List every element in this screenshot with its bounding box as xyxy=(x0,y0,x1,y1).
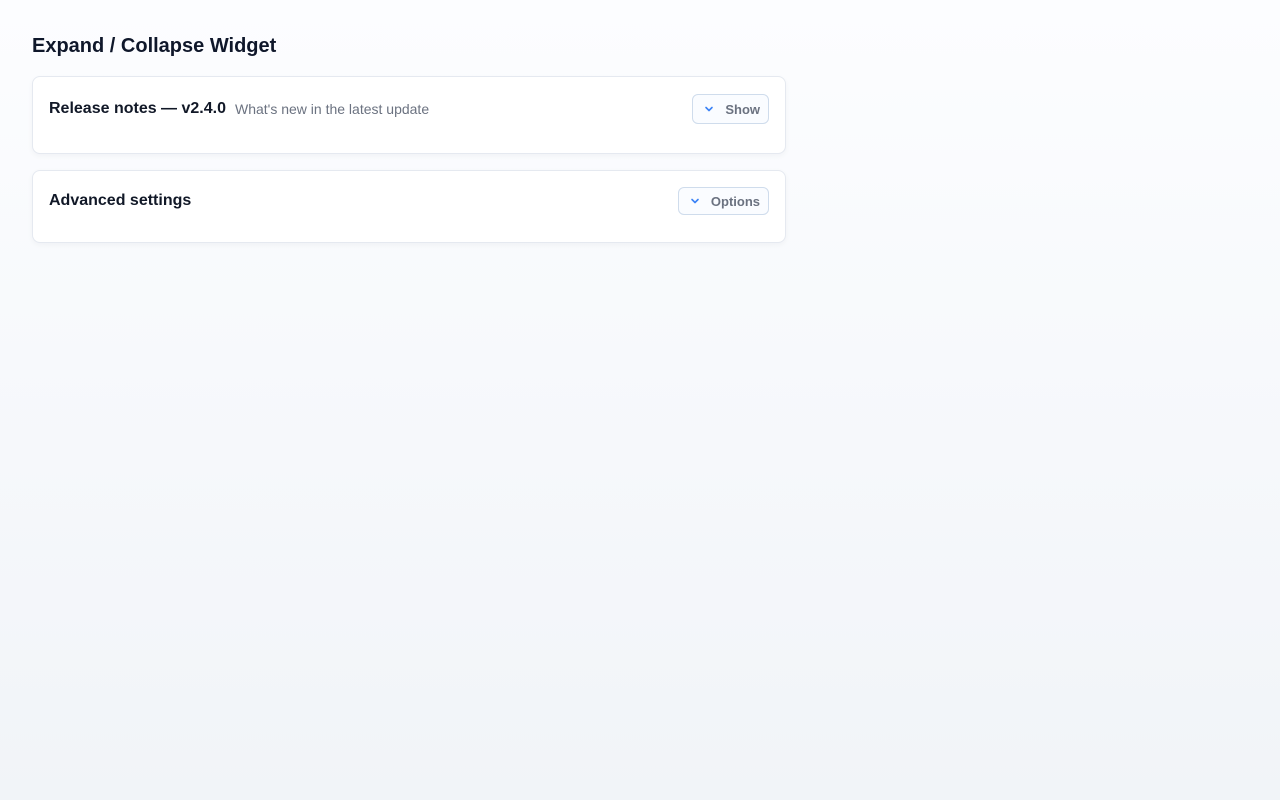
page-title: Expand / Collapse Widget xyxy=(32,35,277,57)
expand-collapse-widget: Expand / Collapse Widget Release notes —… xyxy=(32,32,786,243)
chevron-down-icon xyxy=(689,195,701,207)
toggle-label: Show xyxy=(725,101,760,117)
panel-subtitle: What's new in the latest update xyxy=(234,101,430,117)
release-notes-panel: Release notes — v2.4.0 What's new in the… xyxy=(32,76,786,154)
options-toggle-button[interactable]: Options xyxy=(677,187,769,215)
show-toggle-button[interactable]: Show xyxy=(692,94,769,124)
chevron-down-icon xyxy=(703,103,715,115)
panel-title: Advanced settings xyxy=(49,192,192,209)
panel-header: Release notes — v2.4.0 What's new in the… xyxy=(49,94,769,124)
panel-title: Release notes — v2.4.0 xyxy=(49,100,226,117)
advanced-settings-panel: Advanced settings Options xyxy=(32,170,786,243)
panel-header: Advanced settings Options xyxy=(49,186,769,216)
toggle-label: Options xyxy=(710,193,760,209)
